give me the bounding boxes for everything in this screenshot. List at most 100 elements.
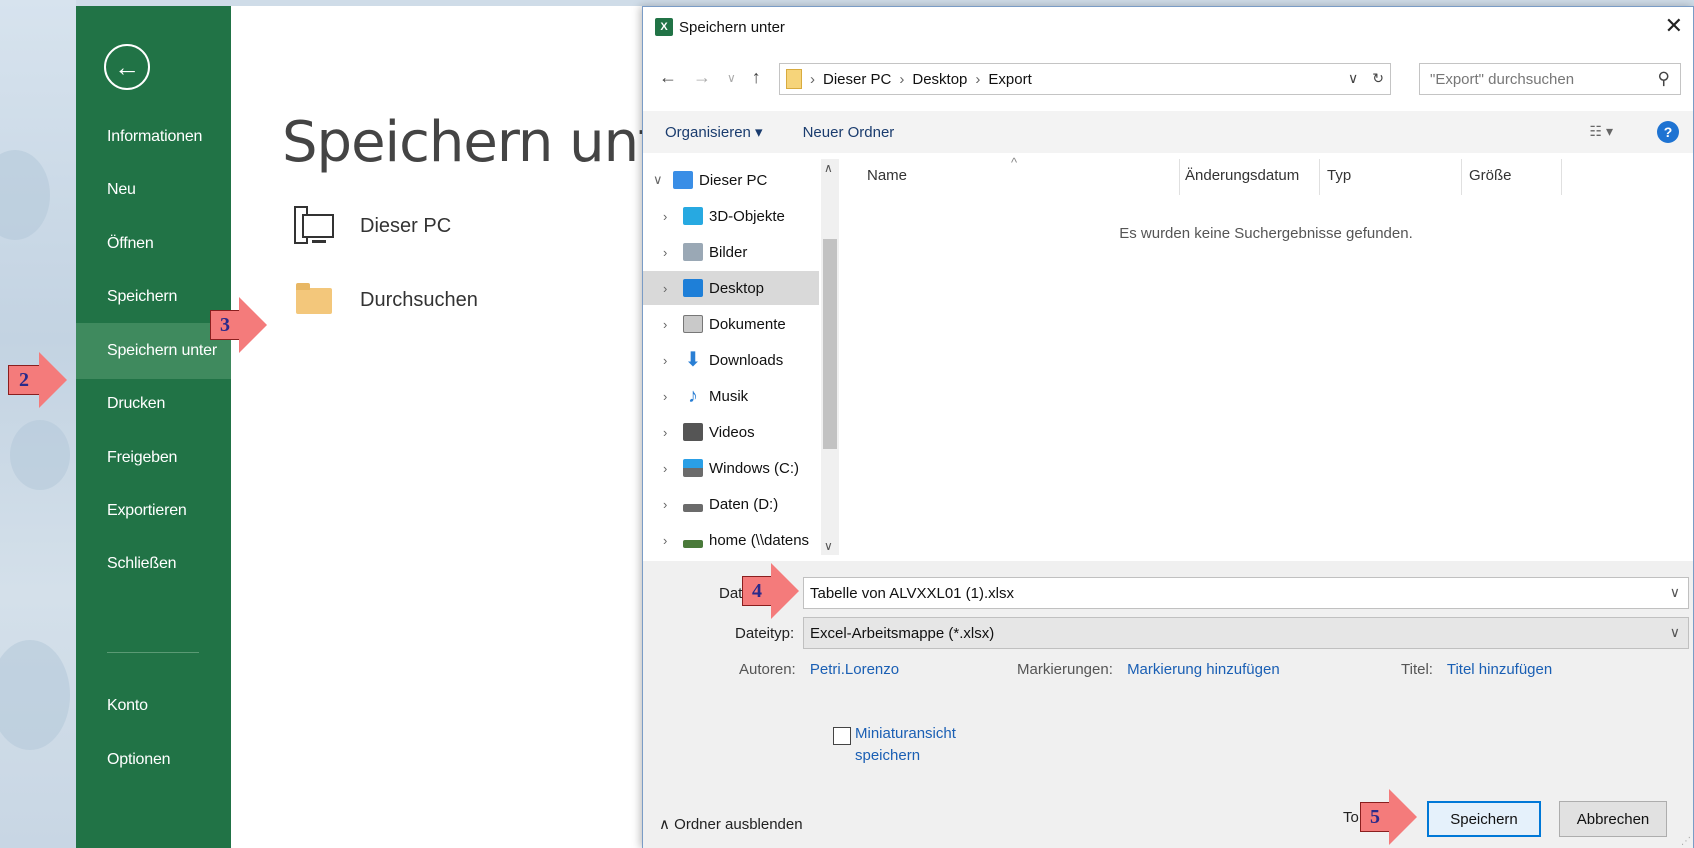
thumbnail-label[interactable]: Miniaturansicht speichern <box>855 723 985 767</box>
filetype-label: Dateityp: <box>735 625 795 642</box>
nav-item-freigeben[interactable]: Freigeben <box>76 430 231 486</box>
nav-item-speichern[interactable]: Speichern <box>76 269 231 325</box>
save-button[interactable]: Speichern <box>1427 801 1541 837</box>
expand-chevron-icon[interactable]: › <box>663 281 683 296</box>
location-this-pc[interactable]: Dieser PC <box>294 206 451 246</box>
tree-item-this-pc[interactable]: ∨ Dieser PC <box>643 163 819 197</box>
tree-item-pictures[interactable]: › Bilder <box>643 235 819 269</box>
nav-item-speichern-unter[interactable]: Speichern unter <box>76 323 231 379</box>
dialog-titlebar: X Speichern unter ✕ <box>643 7 1693 47</box>
chevron-down-icon[interactable]: ∨ <box>1670 584 1680 601</box>
tags-label: Markierungen: <box>1017 661 1113 678</box>
desktop-icon <box>683 279 703 297</box>
filename-label: Dat <box>719 585 743 602</box>
music-icon: ♪ <box>688 385 698 407</box>
expand-chevron-icon[interactable]: › <box>663 533 683 548</box>
nav-item-konto[interactable]: Konto <box>76 678 231 734</box>
tags-value[interactable]: Markierung hinzufügen <box>1127 661 1280 678</box>
cancel-button[interactable]: Abbrechen <box>1559 801 1667 837</box>
video-icon <box>683 423 703 441</box>
expand-chevron-icon[interactable]: › <box>663 425 683 440</box>
nav-item-drucken[interactable]: Drucken <box>76 376 231 432</box>
save-options-panel: Dat Tabelle von ALVXXL01 (1).xlsx ∨ Date… <box>643 561 1693 848</box>
tree-item-network-home[interactable]: › home (\\datens <box>643 523 819 555</box>
view-options-icon[interactable]: ☷ ▾ <box>1590 123 1613 140</box>
expand-chevron-icon[interactable]: › <box>663 209 683 224</box>
excel-icon: X <box>655 18 673 36</box>
back-arrow-icon[interactable]: ← <box>104 44 150 90</box>
file-list-header: ^ Name Änderungsdatum Typ Größe <box>839 155 1693 195</box>
column-size[interactable]: Größe <box>1469 167 1512 184</box>
expand-chevron-icon[interactable]: › <box>663 389 683 404</box>
scroll-down-icon[interactable]: ∨ <box>824 539 833 553</box>
nav-item-optionen[interactable]: Optionen <box>76 732 231 788</box>
location-browse[interactable]: Durchsuchen <box>294 280 478 320</box>
tree-item-drive-c[interactable]: › Windows (C:) <box>643 451 819 485</box>
address-dropdown-icon[interactable]: ∨ <box>1348 70 1358 87</box>
filetype-select[interactable]: Excel-Arbeitsmappe (*.xlsx) ∨ <box>803 617 1689 649</box>
backstage-nav: ← Informationen Neu Öffnen Speichern Spe… <box>76 6 231 848</box>
back-icon[interactable]: ← <box>659 67 677 88</box>
breadcrumb-export[interactable]: Export <box>988 71 1031 88</box>
column-modified[interactable]: Änderungsdatum <box>1185 167 1299 184</box>
scroll-up-icon[interactable]: ∧ <box>824 161 833 175</box>
refresh-icon[interactable]: ↻ <box>1372 70 1384 87</box>
resize-grip-icon[interactable]: ⋰ <box>1681 836 1691 847</box>
tree-item-documents[interactable]: › Dokumente <box>643 307 819 341</box>
authors-field: Autoren: Petri.Lorenzo <box>739 661 899 678</box>
expand-chevron-icon[interactable]: › <box>663 497 683 512</box>
tree-item-downloads[interactable]: › ⬇ Downloads <box>643 343 819 377</box>
nav-item-exportieren[interactable]: Exportieren <box>76 483 231 539</box>
expand-chevron-icon[interactable]: › <box>663 245 683 260</box>
breadcrumb-desktop[interactable]: Desktop <box>912 71 967 88</box>
download-icon: ⬇ <box>684 349 702 371</box>
background-shape <box>10 420 70 490</box>
tree-item-3d-objects[interactable]: › 3D-Objekte <box>643 199 819 233</box>
cube-3d-icon <box>683 207 703 225</box>
close-icon[interactable]: ✕ <box>1665 13 1683 39</box>
organize-button[interactable]: Organisieren ▾ <box>665 123 763 141</box>
up-icon[interactable]: ↑ <box>752 67 761 88</box>
expand-chevron-icon[interactable]: ∨ <box>653 172 673 188</box>
tree-item-videos[interactable]: › Videos <box>643 415 819 449</box>
expand-chevron-icon[interactable]: › <box>663 461 683 476</box>
drive-icon <box>683 504 703 512</box>
title-value[interactable]: Titel hinzufügen <box>1447 661 1552 678</box>
filename-value: Tabelle von ALVXXL01 (1).xlsx <box>810 584 1015 602</box>
tools-menu[interactable]: To <box>1343 809 1359 826</box>
chevron-down-icon[interactable]: ∨ <box>1670 624 1680 641</box>
authors-value[interactable]: Petri.Lorenzo <box>810 661 899 678</box>
help-icon[interactable]: ? <box>1657 121 1679 143</box>
column-type[interactable]: Typ <box>1327 167 1351 184</box>
new-folder-button[interactable]: Neuer Ordner <box>803 124 895 141</box>
scroll-thumb[interactable] <box>823 239 837 449</box>
tree-scrollbar[interactable]: ∧ ∨ <box>821 159 839 555</box>
filetype-value: Excel-Arbeitsmappe (*.xlsx) <box>810 624 995 642</box>
hide-folders-toggle[interactable]: ∧ Ordner ausblenden <box>659 815 803 833</box>
search-input[interactable]: "Export" durchsuchen ⚲ <box>1419 63 1681 95</box>
thumbnail-checkbox[interactable] <box>833 727 851 745</box>
recent-dropdown-icon[interactable]: ∨ <box>727 71 736 88</box>
tree-item-desktop[interactable]: › Desktop <box>643 271 819 305</box>
expand-chevron-icon[interactable]: › <box>663 353 683 368</box>
folder-icon <box>294 280 336 320</box>
address-bar[interactable]: › Dieser PC › Desktop › Export ∨ ↻ <box>779 63 1391 95</box>
nav-item-informationen[interactable]: Informationen <box>76 109 231 165</box>
nav-item-schliessen[interactable]: Schließen <box>76 536 231 592</box>
tree-item-drive-d[interactable]: › Daten (D:) <box>643 487 819 521</box>
callout-step-5: 5 <box>1360 789 1417 845</box>
forward-icon[interactable]: → <box>693 67 711 88</box>
expand-chevron-icon[interactable]: › <box>663 317 683 332</box>
breadcrumb-this-pc[interactable]: Dieser PC <box>823 71 891 88</box>
tree-item-music[interactable]: › ♪ Musik <box>643 379 819 413</box>
nav-item-neu[interactable]: Neu <box>76 162 231 218</box>
nav-item-oeffnen[interactable]: Öffnen <box>76 216 231 272</box>
navigation-tree: ∨ Dieser PC › 3D-Objekte › Bilder › Desk… <box>643 159 821 555</box>
filename-input[interactable]: Tabelle von ALVXXL01 (1).xlsx ∨ <box>803 577 1689 609</box>
title-field: Titel: Titel hinzufügen <box>1401 661 1552 678</box>
column-name[interactable]: Name <box>867 167 907 184</box>
search-icon[interactable]: ⚲ <box>1658 69 1670 89</box>
desktop-background <box>0 0 76 848</box>
folder-icon <box>786 69 802 89</box>
search-placeholder: "Export" durchsuchen <box>1430 70 1575 88</box>
